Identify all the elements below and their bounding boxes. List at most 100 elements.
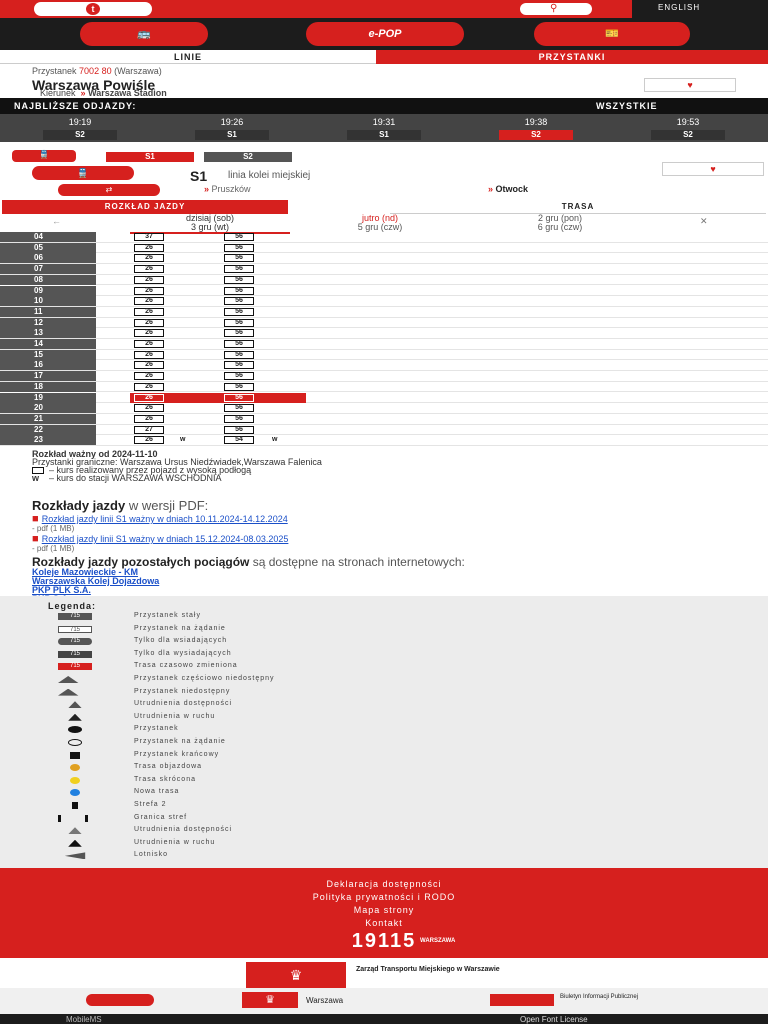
footer-link-contact[interactable]: Kontakt xyxy=(0,917,768,930)
others-link[interactable]: PKP PLK S.A. xyxy=(32,586,742,595)
prev-days-icon[interactable]: ← xyxy=(52,216,61,226)
minute-cell[interactable]: 26 xyxy=(134,307,164,316)
minute-cell[interactable]: 26 xyxy=(134,275,164,284)
line-favorite-button[interactable]: ♥ xyxy=(662,162,764,176)
hour-cell: 12 xyxy=(0,317,96,328)
minute-cell[interactable]: 26 xyxy=(134,265,164,274)
bottom-right-link[interactable]: Open Font License xyxy=(520,1015,588,1024)
direction-name[interactable]: Warszawa Stadion xyxy=(88,88,167,98)
nav-epop-button[interactable]: e-POP xyxy=(306,22,464,46)
minute-cell[interactable]: 56 xyxy=(224,318,254,327)
minute-cell[interactable]: 56 xyxy=(224,425,254,434)
legend-symbol-icon xyxy=(72,802,78,809)
pdf-link-2-text[interactable]: Rozkład jazdy linii S1 ważny w dniach 15… xyxy=(42,534,289,544)
minute-cell[interactable]: 26 xyxy=(134,329,164,338)
note-wschodnia-text: – kurs do stacji WARSZAWA WSCHODNIA xyxy=(49,473,222,484)
tab-route[interactable]: TRASA xyxy=(390,200,766,214)
nav-transport-button[interactable]: 🚌 xyxy=(80,22,208,46)
hour-cell: 18 xyxy=(0,381,96,392)
tab-przystanki[interactable]: PRZYSTANKI xyxy=(376,50,768,64)
close-icon[interactable]: ✕ xyxy=(700,216,708,227)
minute-cell[interactable]: 26 xyxy=(134,318,164,327)
minute-cell[interactable]: 26 xyxy=(134,382,164,391)
minute-cell[interactable]: 27 xyxy=(134,425,164,434)
minute-cell[interactable]: 26 xyxy=(134,350,164,359)
language-link[interactable]: ENGLISH xyxy=(658,3,700,12)
minute-cell[interactable]: 26 xyxy=(134,361,164,370)
day-today[interactable]: dzisiaj (sob) 3 gru (wt) xyxy=(130,214,290,234)
phone-19115[interactable]: 19115 WARSZAWA xyxy=(0,930,768,952)
minute-cell[interactable]: 56 xyxy=(224,233,254,241)
departure-item[interactable]: 19:38 S2 xyxy=(460,114,612,142)
bip-link[interactable]: Biuletyn Informacji Publicznej xyxy=(560,994,690,1000)
minute-cell[interactable]: 26 xyxy=(134,297,164,306)
minute-cell[interactable]: 56 xyxy=(224,414,254,423)
nav-ticket-button[interactable]: 🎫 xyxy=(534,22,690,46)
tab-linie[interactable]: LINIE xyxy=(0,50,376,64)
tab-timetable[interactable]: ROZKŁAD JAZDY xyxy=(2,200,288,214)
minute-cell[interactable]: 56 xyxy=(224,297,254,306)
minute-cell[interactable]: 56 xyxy=(224,275,254,284)
minute-cell[interactable]: 56 xyxy=(224,243,254,252)
minute-cell[interactable]: 26 xyxy=(134,414,164,423)
minute-cell[interactable]: 56 xyxy=(224,372,254,381)
minute-cell[interactable]: 56 xyxy=(224,254,254,263)
warsaw-link[interactable]: Warszawa xyxy=(306,996,343,1005)
bus-tram-icon: 🚌 xyxy=(137,28,151,40)
swap-direction-button[interactable]: ⇄ xyxy=(58,184,160,196)
minute-cell[interactable]: 56 xyxy=(224,361,254,370)
timetable-row: 06 26 56 xyxy=(0,253,768,265)
minute-cell[interactable]: 56 xyxy=(224,393,254,402)
minute-cell[interactable]: 26 xyxy=(134,340,164,348)
minute-cell[interactable]: 56 xyxy=(224,340,254,348)
departure-item[interactable]: 19:53 S2 xyxy=(612,114,764,142)
departure-item[interactable]: 19:26 S1 xyxy=(156,114,308,142)
route-from-name[interactable]: Pruszków xyxy=(212,184,251,194)
footer-link-accessibility[interactable]: Deklaracja dostępności xyxy=(0,878,768,891)
minute-cell[interactable]: 56 xyxy=(224,329,254,338)
route-to-name[interactable]: Otwock xyxy=(496,184,529,194)
minute-cell[interactable]: 56 xyxy=(224,350,254,359)
departure-item[interactable]: 19:19 S2 xyxy=(4,114,156,142)
route-to: » Otwock xyxy=(488,184,528,194)
bottom-left-link[interactable]: MobileMS xyxy=(66,1015,102,1024)
footer-link-privacy[interactable]: Polityka prywatności i RODO xyxy=(0,891,768,904)
search-button[interactable]: ⚲ xyxy=(520,3,592,15)
minute-cell[interactable]: 54 xyxy=(224,436,254,445)
chevron-from-icon: » xyxy=(204,184,210,194)
minute-cell[interactable]: 26 xyxy=(134,254,164,263)
minute-cell[interactable]: 56 xyxy=(224,265,254,274)
line-select-s1[interactable]: S1 xyxy=(106,152,194,162)
ztm-logo[interactable]: t xyxy=(34,2,152,16)
minute-cell[interactable]: 26 xyxy=(134,372,164,381)
minute-cell[interactable]: 56 xyxy=(224,382,254,391)
timetable-row: 23 26 w 54 w xyxy=(0,435,768,446)
minute-cell[interactable]: 56 xyxy=(224,307,254,316)
minute-cell[interactable]: 26 xyxy=(134,243,164,252)
minute-cell[interactable]: 26 xyxy=(134,436,164,445)
day-tomorrow[interactable]: jutro (nd) 5 gru (czw) xyxy=(300,214,460,232)
pdf-link-1-text[interactable]: Rozkład jazdy linii S1 ważny w dniach 10… xyxy=(42,514,288,524)
direction-label: Kierunek xyxy=(40,88,76,98)
section-tabs: LINIE PRZYSTANKI xyxy=(0,50,768,64)
others-link[interactable]: Warszawska Kolej Dojazdowa xyxy=(32,577,742,586)
stop-code[interactable]: 7002 80 xyxy=(79,66,112,76)
legend-label: Trasa skrócona xyxy=(134,775,196,783)
departure-item[interactable]: 19:31 S1 xyxy=(308,114,460,142)
favorite-button[interactable]: ♥ xyxy=(644,78,736,92)
ztm-name[interactable]: Zarząd Transportu Miejskiego w Warszawie xyxy=(356,966,556,973)
minute-cell[interactable]: 26 xyxy=(134,404,164,413)
line-select-s2[interactable]: S2 xyxy=(204,152,292,162)
minute-cell[interactable]: 26 xyxy=(134,286,164,295)
minute-cell[interactable]: 56 xyxy=(224,404,254,413)
metro-logo-icon[interactable] xyxy=(86,994,154,1006)
departures-all-link[interactable]: WSZYSTKIE xyxy=(596,101,658,111)
minute-cell[interactable]: 26 xyxy=(134,393,164,402)
minute-cell[interactable]: 37 xyxy=(134,233,164,241)
departures-header: NAJBLIŻSZE ODJAZDY: WSZYSTKIE xyxy=(0,98,768,114)
minute-cell[interactable]: 56 xyxy=(224,286,254,295)
departure-time: 19:53 xyxy=(676,117,700,127)
day-monday[interactable]: 2 gru (pon) 6 gru (czw) xyxy=(480,214,640,232)
footer-link-sitemap[interactable]: Mapa strony xyxy=(0,904,768,917)
legend-symbol-icon xyxy=(70,776,80,784)
